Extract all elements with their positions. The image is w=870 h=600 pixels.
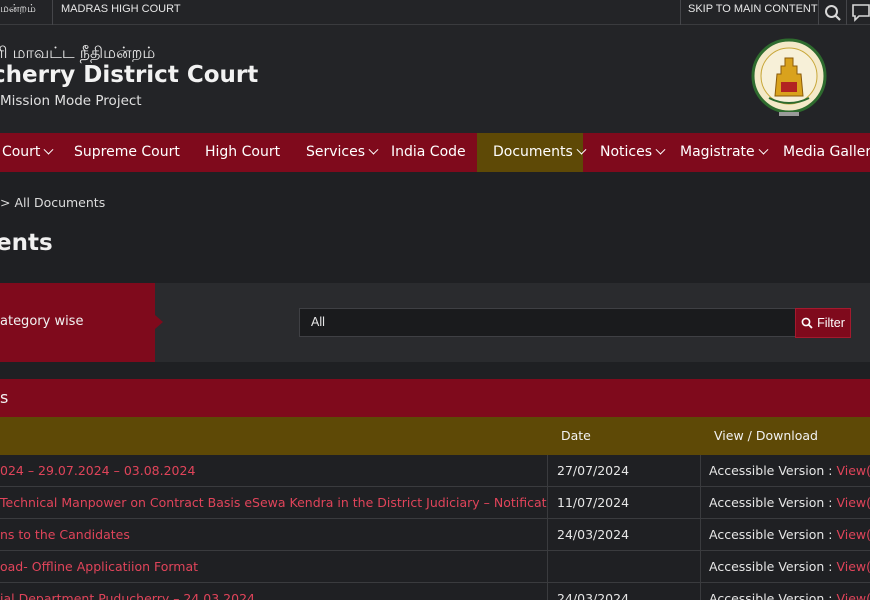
accessible-version-label: Accessible Version : [709, 559, 837, 574]
document-title-link[interactable]: ns to the Candidates [0, 519, 547, 551]
view-download-cell: Accessible Version : View(72 [701, 551, 870, 583]
top-bar-divider [818, 0, 819, 25]
document-date: 27/07/2024 [547, 455, 701, 487]
nav-item-media-gallery[interactable]: Media Gallery [783, 133, 870, 172]
accessible-version-label: Accessible Version : [709, 591, 837, 600]
top-bar-divider [52, 0, 53, 25]
filter-button[interactable]: Filter [795, 308, 851, 338]
document-date: 11/07/2024 [547, 487, 701, 519]
page: மன்றம் MADRAS HIGH COURT SKIP TO MAIN CO… [0, 0, 870, 600]
document-title-link[interactable]: 024 – 29.07.2024 – 03.08.2024 [0, 455, 547, 487]
accessible-version-label: Accessible Version : [709, 495, 837, 510]
view-download-cell: Accessible Version : View(9 [701, 583, 870, 600]
filter-panel: ategory wise All Filter [0, 283, 870, 362]
page-title: ents [0, 230, 53, 256]
nav-item-notices[interactable]: Notices [600, 133, 666, 172]
column-header-date: Date [561, 428, 591, 443]
top-bar: மன்றம் MADRAS HIGH COURT SKIP TO MAIN CO… [0, 0, 870, 25]
breadcrumb: > All Documents [0, 195, 105, 210]
court-name-tamil: ரி மாவட்ட நீதிமன்றம் [0, 43, 156, 62]
table-row: Technical Manpower on Contract Basis eSe… [0, 487, 870, 519]
filter-button-label: Filter [817, 316, 845, 330]
view-download-cell: Accessible Version : View(40 [701, 455, 870, 487]
nav-item-magistrate[interactable]: Magistrate [680, 133, 769, 172]
nav-item-label: t Court [0, 144, 41, 160]
nav-item-label: Media Gallery [783, 144, 870, 160]
view-link[interactable]: View(72 [836, 559, 870, 574]
nav-item-label: India Code [391, 144, 466, 160]
nav-item-label: Magistrate [680, 144, 755, 160]
view-link[interactable]: View(76 [836, 527, 870, 542]
top-bar-divider [846, 0, 847, 25]
category-filter-label: ategory wise [0, 283, 155, 362]
chevron-down-icon [576, 144, 587, 155]
chevron-down-icon [655, 144, 666, 155]
table-row: ns to the Candidates 24/03/2024 Accessib… [0, 519, 870, 551]
breadcrumb-separator: > [0, 195, 11, 210]
chevron-down-icon [758, 144, 769, 155]
label-arrow-icon [155, 315, 163, 329]
feedback-icon[interactable] [848, 0, 870, 25]
document-title-link[interactable]: Technical Manpower on Contract Basis eSe… [0, 487, 547, 519]
document-title-link[interactable]: ial Department Puducherry – 24.03.2024 [0, 583, 547, 600]
nav-item-label: Notices [600, 144, 653, 160]
table-header-row: Date View / Download [0, 417, 870, 455]
top-bar-divider [680, 0, 681, 25]
main-navigation: t Court Supreme Court High Court Service… [0, 133, 870, 172]
madras-high-court-link[interactable]: MADRAS HIGH COURT [61, 0, 181, 25]
accessible-version-label: Accessible Version : [709, 527, 837, 542]
search-icon[interactable] [820, 0, 846, 25]
column-header-view: View / Download [714, 428, 818, 443]
view-download-cell: Accessible Version : View(76 [701, 519, 870, 551]
accessible-version-label: Accessible Version : [709, 463, 837, 478]
site-header: ரி மாவட்ட நீதிமன்றம் cherry District Cou… [0, 25, 870, 133]
document-title-link[interactable]: oad- Offline Applicatiion Format [0, 551, 547, 583]
nav-item-label: Supreme Court [74, 144, 180, 160]
search-icon [801, 317, 813, 329]
nav-item-label: Services [306, 144, 366, 160]
tamil-language-link[interactable]: மன்றம் [0, 0, 36, 25]
nav-item-label: Documents [493, 144, 573, 160]
tamil-nadu-emblem-icon [751, 38, 827, 116]
category-label-text: ategory wise [0, 314, 84, 329]
nav-item-supreme-court[interactable]: Supreme Court [74, 133, 180, 172]
nav-item-high-court[interactable]: High Court [205, 133, 280, 172]
nav-item-district-court[interactable]: t Court [0, 133, 54, 172]
document-date: 24/03/2024 [547, 583, 701, 600]
nav-item-india-code[interactable]: India Code [391, 133, 466, 172]
nav-item-services[interactable]: Services [306, 133, 379, 172]
nav-item-label: High Court [205, 144, 281, 160]
table-row: 024 – 29.07.2024 – 03.08.2024 27/07/2024… [0, 455, 870, 487]
category-select[interactable]: All [299, 308, 796, 337]
chevron-down-icon [368, 144, 379, 155]
view-link[interactable]: View(9 [836, 591, 870, 600]
chevron-down-icon [43, 144, 54, 155]
document-date: 24/03/2024 [547, 519, 701, 551]
skip-to-main-content-link[interactable]: SKIP TO MAIN CONTENT [688, 0, 818, 25]
section-title: s [0, 388, 9, 407]
view-link[interactable]: View(77 [836, 495, 870, 510]
document-date [547, 551, 701, 583]
documents-section-header: s [0, 379, 870, 417]
table-row: ial Department Puducherry – 24.03.2024 2… [0, 583, 870, 600]
table-row: oad- Offline Applicatiion Format Accessi… [0, 551, 870, 583]
view-download-cell: Accessible Version : View(77 [701, 487, 870, 519]
view-link[interactable]: View(40 [836, 463, 870, 478]
project-subtitle: Mission Mode Project [0, 93, 142, 109]
nav-item-documents[interactable]: Documents [477, 133, 587, 172]
breadcrumb-current: All Documents [14, 195, 106, 210]
court-name[interactable]: cherry District Court [0, 62, 258, 88]
